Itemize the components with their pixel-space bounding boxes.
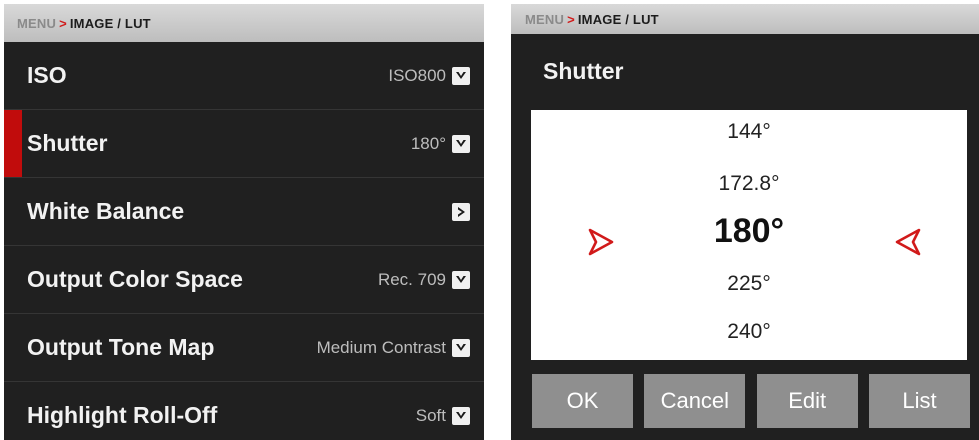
dialog-title: Shutter	[543, 58, 624, 84]
chevron-right-icon[interactable]	[452, 202, 470, 221]
menu-item-highlight-roll-off[interactable]: Highlight Roll-Off Soft	[4, 382, 484, 440]
menu-item-value: ISO800	[388, 65, 446, 85]
breadcrumb-root[interactable]: MENU	[17, 16, 56, 31]
arrow-left-icon	[894, 227, 922, 262]
shutter-dialog: MENU > IMAGE / LUT Shutter 144° 172.8° 1…	[511, 4, 979, 440]
image-lut-menu-panel: MENU > IMAGE / LUT ISO ISO800 Shutter 18…	[4, 4, 484, 440]
picker-option[interactable]: 240°	[531, 320, 967, 344]
breadcrumb-separator: >	[59, 15, 67, 31]
picker-option[interactable]: 172.8°	[531, 172, 967, 196]
cancel-button[interactable]: Cancel	[644, 374, 746, 428]
menu-item-value-group: ISO800	[388, 66, 470, 86]
menu-item-label: ISO	[27, 62, 67, 88]
breadcrumb-root[interactable]: MENU	[525, 12, 564, 27]
menu-item-shutter[interactable]: Shutter 180°	[4, 110, 484, 178]
menu-item-label: Output Tone Map	[27, 334, 215, 360]
menu-item-value-group: 180°	[411, 134, 470, 154]
chevron-down-icon[interactable]	[452, 66, 470, 85]
menu-item-value: Medium Contrast	[316, 337, 446, 357]
menu-item-white-balance[interactable]: White Balance	[4, 178, 484, 246]
shutter-value-picker[interactable]: 144° 172.8° 180° 225° 240°	[531, 110, 967, 360]
menu-item-label: White Balance	[27, 198, 185, 224]
menu-item-value: Rec. 709	[377, 269, 446, 289]
picker-option[interactable]: 225°	[531, 272, 967, 296]
chevron-down-icon[interactable]	[452, 406, 470, 425]
menu-item-value-group	[452, 202, 470, 221]
chevron-down-icon[interactable]	[452, 134, 470, 153]
breadcrumb-current: IMAGE / LUT	[577, 11, 659, 27]
chevron-down-icon[interactable]	[452, 338, 470, 357]
menu-item-value-group: Medium Contrast	[317, 338, 470, 358]
menu-item-value-group: Rec. 709	[378, 270, 470, 290]
breadcrumb: MENU > IMAGE / LUT	[511, 4, 979, 34]
list-button[interactable]: List	[868, 374, 970, 428]
menu-item-output-color-space[interactable]: Output Color Space Rec. 709	[4, 246, 484, 314]
chevron-down-icon[interactable]	[452, 270, 470, 289]
menu-item-label: Output Color Space	[27, 266, 243, 292]
picker-option[interactable]: 144°	[531, 120, 967, 144]
menu-item-value-group: Soft	[416, 406, 470, 426]
arrow-right-icon	[587, 227, 615, 262]
breadcrumb: MENU > IMAGE / LUT	[4, 4, 484, 42]
breadcrumb-current: IMAGE / LUT	[69, 15, 151, 31]
menu-item-label: Shutter	[27, 130, 108, 156]
menu-item-iso[interactable]: ISO ISO800	[4, 42, 484, 110]
menu-item-label: Highlight Roll-Off	[27, 402, 218, 428]
menu-item-value: 180°	[410, 133, 446, 153]
dialog-button-row: OK Cancel Edit List	[532, 374, 970, 428]
menu-item-output-tone-map[interactable]: Output Tone Map Medium Contrast	[4, 314, 484, 382]
menu-item-value: Soft	[415, 405, 446, 425]
edit-button[interactable]: Edit	[756, 374, 858, 428]
breadcrumb-separator: >	[567, 11, 575, 27]
ok-button[interactable]: OK	[532, 374, 633, 428]
